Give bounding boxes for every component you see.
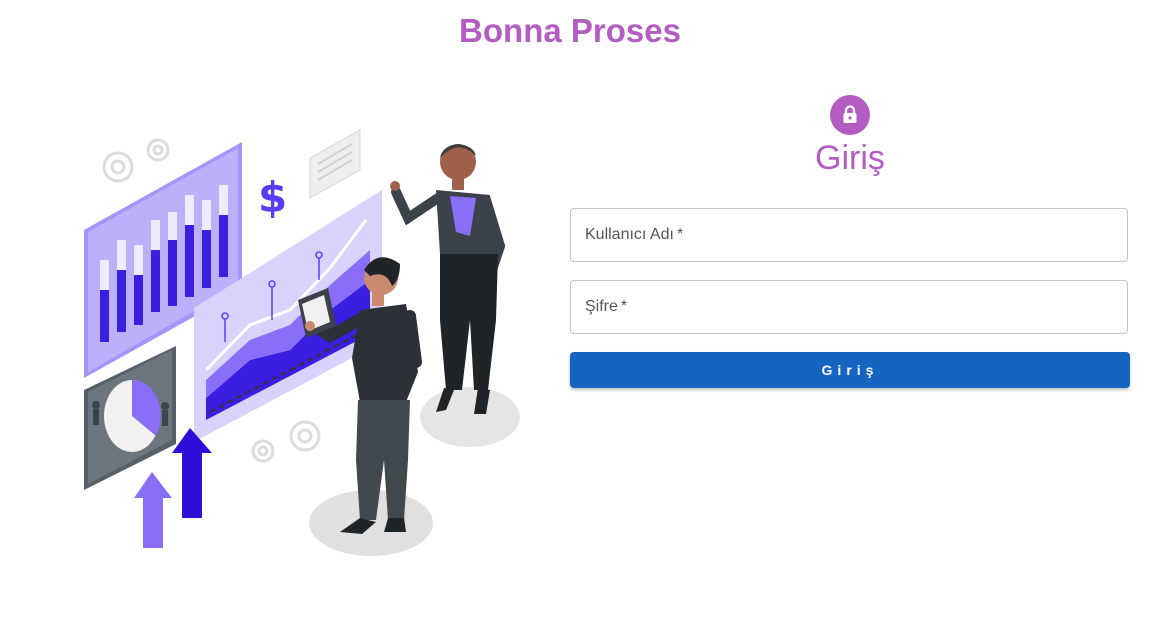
business-analytics-illustration: $ (84, 129, 520, 556)
login-button[interactable]: Giriş (570, 352, 1130, 388)
dollar-icon: $ (258, 173, 287, 222)
floor-shadow (420, 387, 520, 447)
password-label: Şifre (585, 298, 618, 315)
required-mark: * (676, 226, 684, 243)
document-icon (309, 129, 361, 199)
lock-icon (830, 95, 870, 135)
login-title: Giriş (815, 139, 885, 177)
username-field[interactable]: Kullanıcı Adı * (570, 208, 1128, 262)
brand-title: Bonna Proses (459, 12, 681, 49)
required-mark: * (620, 298, 628, 315)
password-field[interactable]: Şifre * (570, 280, 1128, 334)
login-form: Giriş Kullanıcı Adı * Şifre * Giriş (570, 95, 1130, 388)
username-label: Kullanıcı Adı (585, 226, 674, 243)
